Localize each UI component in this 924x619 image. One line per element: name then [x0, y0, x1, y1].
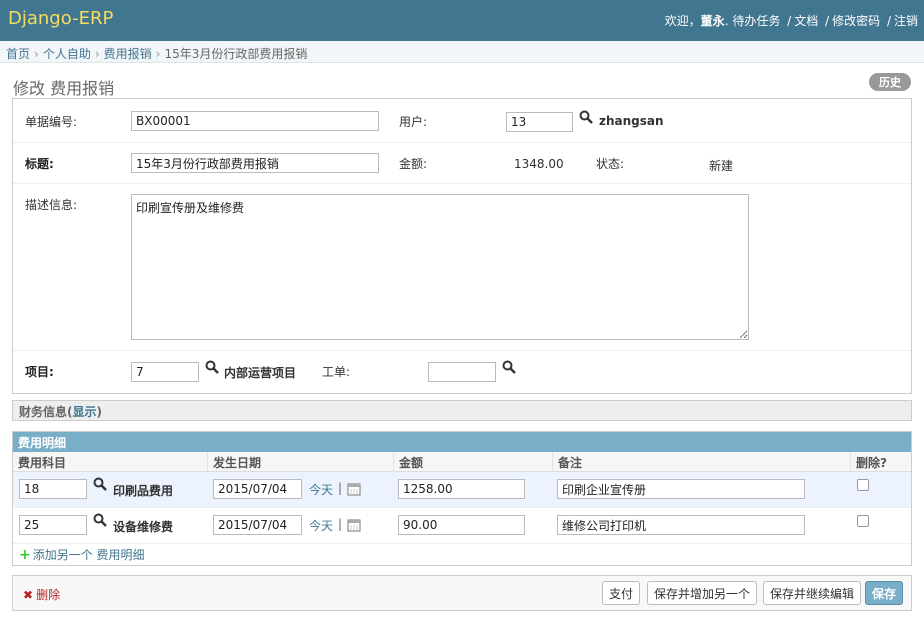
paren-close: )	[96, 405, 102, 419]
change-password-link[interactable]: 修改密码	[832, 14, 880, 28]
docs-link[interactable]: 文档	[794, 14, 818, 28]
user-name-label: zhangsan	[599, 114, 664, 128]
search-icon[interactable]	[93, 477, 107, 491]
add-another-link[interactable]: + 添加另一个 费用明细	[19, 546, 145, 563]
add-another-label: 添加另一个 费用明细	[32, 548, 145, 562]
logout-link[interactable]: 注销	[894, 14, 918, 28]
today-link[interactable]: 今天	[309, 481, 333, 498]
account-id-input[interactable]	[19, 479, 87, 499]
search-icon[interactable]	[205, 360, 219, 374]
table-row: 印刷品费用 今天 |	[13, 472, 911, 508]
pipe-separator: |	[338, 481, 343, 495]
calendar-icon[interactable]	[347, 482, 361, 496]
bill-no-label: 单据编号:	[25, 115, 78, 129]
user-id-input[interactable]	[506, 112, 573, 132]
submit-row: ✖ 删除 支付 保存并增加另一个 保存并继续编辑 保存	[12, 575, 912, 611]
save-add-another-button[interactable]: 保存并增加另一个	[647, 581, 758, 605]
delete-link[interactable]: ✖ 删除	[23, 586, 60, 603]
date-input[interactable]	[213, 479, 302, 499]
workorder-label: 工单:	[322, 365, 351, 379]
workorder-input[interactable]	[428, 362, 496, 382]
history-button[interactable]: 历史	[869, 73, 911, 91]
delete-checkbox[interactable]	[857, 479, 869, 491]
username: 董永	[700, 14, 725, 28]
col-head-delete: 删除?	[851, 452, 911, 472]
calendar-icon[interactable]	[347, 518, 361, 532]
delete-checkbox[interactable]	[857, 515, 869, 527]
bill-no-input[interactable]	[131, 111, 379, 131]
user-tools: 欢迎，董永. 待办任务 / 文档 / 修改密码 / 注销	[665, 12, 918, 29]
title-label: 标题:	[25, 157, 54, 171]
col-head-account: 费用科目	[13, 452, 208, 472]
header: Django-ERP 欢迎，董永. 待办任务 / 文档 / 修改密码 / 注销	[0, 0, 924, 41]
desc-textarea[interactable]: 印刷宣传册及维修费	[131, 194, 749, 340]
search-icon[interactable]	[93, 513, 107, 527]
search-icon[interactable]	[579, 110, 593, 124]
breadcrumb-expense[interactable]: 费用报销	[104, 47, 152, 61]
main-fieldset: 单据编号: 用户: zhangsan 标题: 金额: 1348.00 状态: 新…	[12, 98, 912, 394]
delete-label: 删除	[36, 588, 61, 602]
today-link[interactable]: 今天	[309, 517, 333, 534]
pipe-separator: |	[338, 517, 343, 531]
amount-input[interactable]	[398, 515, 525, 535]
breadcrumb-arrow: ›	[34, 47, 39, 61]
separator: /	[825, 14, 830, 28]
project-label: 项目:	[25, 365, 54, 379]
search-icon[interactable]	[502, 360, 516, 374]
form-row-desc: 描述信息: 印刷宣传册及维修费	[13, 184, 911, 351]
project-id-input[interactable]	[131, 362, 199, 382]
amount-value: 1348.00	[514, 157, 564, 171]
finance-collapse: 财务信息(显示)	[12, 400, 912, 421]
brand-logo[interactable]: Django-ERP	[8, 8, 113, 29]
col-head-date: 发生日期	[208, 452, 394, 472]
status-label: 状态:	[596, 157, 625, 171]
page-title: 修改 费用报销	[13, 79, 115, 98]
account-name-label: 设备维修费	[113, 520, 174, 534]
form-row-bill: 单据编号: 用户: zhangsan	[13, 99, 911, 143]
finance-show-link[interactable]: 显示	[73, 405, 97, 419]
account-id-input[interactable]	[19, 515, 87, 535]
note-input[interactable]	[557, 515, 805, 535]
title-input[interactable]	[131, 153, 379, 173]
note-input[interactable]	[557, 479, 805, 499]
project-name-label: 内部运营项目	[224, 366, 297, 380]
delete-icon: ✖	[23, 588, 34, 602]
amount-label: 金额:	[399, 157, 428, 171]
table-row: 设备维修费 今天 |	[13, 508, 911, 544]
separator: /	[787, 14, 792, 28]
separator: /	[886, 14, 891, 28]
desc-label: 描述信息:	[25, 198, 78, 212]
col-head-note: 备注	[553, 452, 851, 472]
form-row-project: 项目: 内部运营项目 工单:	[13, 351, 911, 393]
expense-detail-inline: 费用明细 费用科目 发生日期 金额 备注 删除? 印刷品费用 今天 | 设备维修…	[12, 431, 912, 566]
save-button[interactable]: 保存	[865, 581, 904, 605]
finance-title: 财务信息	[19, 405, 68, 419]
plus-icon: +	[19, 547, 31, 563]
breadcrumb-current: 15年3月份行政部费用报销	[164, 47, 308, 61]
breadcrumb-arrow: ›	[155, 47, 161, 61]
welcome-text: 欢迎，	[664, 14, 701, 28]
form-row-title: 标题: 金额: 1348.00 状态: 新建	[13, 143, 911, 184]
pay-button[interactable]: 支付	[602, 581, 641, 605]
breadcrumb-self-service[interactable]: 个人自助	[43, 47, 91, 61]
user-label: 用户:	[399, 115, 428, 129]
save-continue-button[interactable]: 保存并继续编辑	[763, 581, 862, 605]
status-value: 新建	[709, 159, 734, 173]
account-name-label: 印刷品费用	[113, 484, 174, 498]
date-input[interactable]	[213, 515, 302, 535]
inline-title: 费用明细	[13, 432, 911, 452]
breadcrumb: 首页 › 个人自助 › 费用报销 › 15年3月份行政部费用报销	[0, 41, 924, 63]
amount-input[interactable]	[398, 479, 525, 499]
tasks-link[interactable]: . 待办任务	[725, 14, 781, 28]
breadcrumb-arrow: ›	[94, 47, 100, 61]
col-head-amount: 金额	[394, 452, 553, 472]
breadcrumb-home[interactable]: 首页	[6, 47, 30, 61]
